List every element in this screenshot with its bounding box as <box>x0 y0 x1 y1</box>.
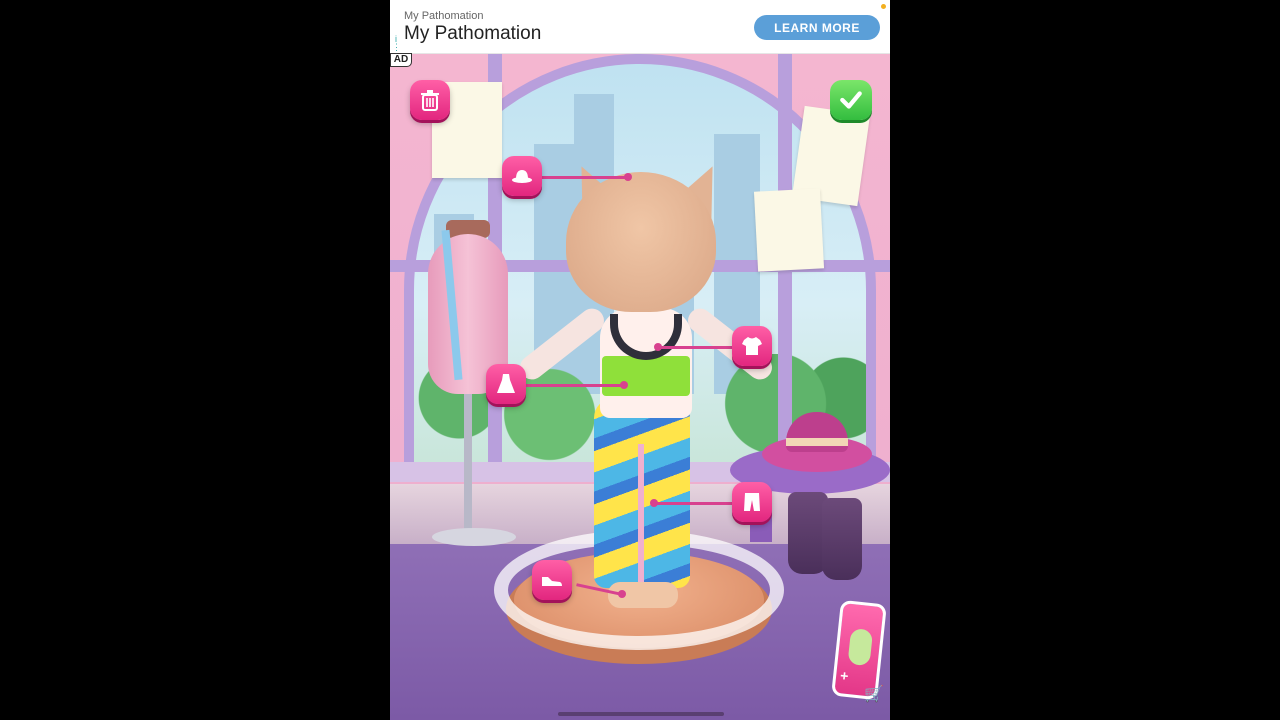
dress-up-room: + 🛒 <box>390 54 890 720</box>
hat-icon <box>512 170 532 183</box>
shopping-cart-icon[interactable]: 🛒 <box>864 684 884 703</box>
plus-icon: + <box>839 667 850 684</box>
connector-line <box>658 346 732 349</box>
shirt-slot-button[interactable] <box>732 326 772 366</box>
ad-headline[interactable]: My Pathomation <box>404 23 541 45</box>
ad-indicator-dot <box>881 4 886 9</box>
green-crop-top[interactable] <box>602 356 690 396</box>
connector-line <box>540 176 628 179</box>
confirm-button[interactable] <box>830 80 872 120</box>
tshirt-icon <box>742 337 762 355</box>
ad-sponsor: My Pathomation <box>404 10 484 22</box>
leg-gap <box>638 444 644 594</box>
ad-badge: AD <box>390 53 412 67</box>
purple-boot[interactable] <box>822 498 862 580</box>
connector-line <box>654 502 734 505</box>
connector-dot <box>618 590 626 598</box>
mannequin-base <box>432 528 516 546</box>
dress-slot-button[interactable] <box>486 364 526 404</box>
sneaker-icon <box>542 577 562 586</box>
mannequin-pole <box>464 394 472 534</box>
connector-dot <box>620 381 628 389</box>
hat-band <box>786 438 848 446</box>
connector-line <box>524 384 624 387</box>
checkmark-icon <box>840 91 862 109</box>
dress-icon <box>497 374 515 393</box>
home-indicator[interactable] <box>558 712 724 716</box>
learn-more-button[interactable]: LEARN MORE <box>754 15 880 40</box>
trash-icon <box>421 90 439 111</box>
hat-slot-button[interactable] <box>502 156 542 196</box>
ad-info-icon[interactable]: i ⋮ <box>392 35 401 52</box>
game-viewport: My Pathomation My Pathomation LEARN MORE… <box>390 0 890 720</box>
connector-dot <box>650 499 658 507</box>
connector-dot <box>654 343 662 351</box>
connector-dot <box>624 173 632 181</box>
screen: My Pathomation My Pathomation LEARN MORE… <box>0 0 1280 720</box>
pants-slot-button[interactable] <box>732 482 772 522</box>
fairy-outfit-preview <box>847 628 874 667</box>
sketch-paper-jacket <box>753 188 825 272</box>
cat-character-head[interactable] <box>566 172 716 312</box>
trash-button[interactable] <box>410 80 450 120</box>
shoes-slot-button[interactable] <box>532 560 572 600</box>
ad-banner[interactable]: My Pathomation My Pathomation LEARN MORE… <box>390 0 890 67</box>
pants-icon <box>744 493 760 511</box>
